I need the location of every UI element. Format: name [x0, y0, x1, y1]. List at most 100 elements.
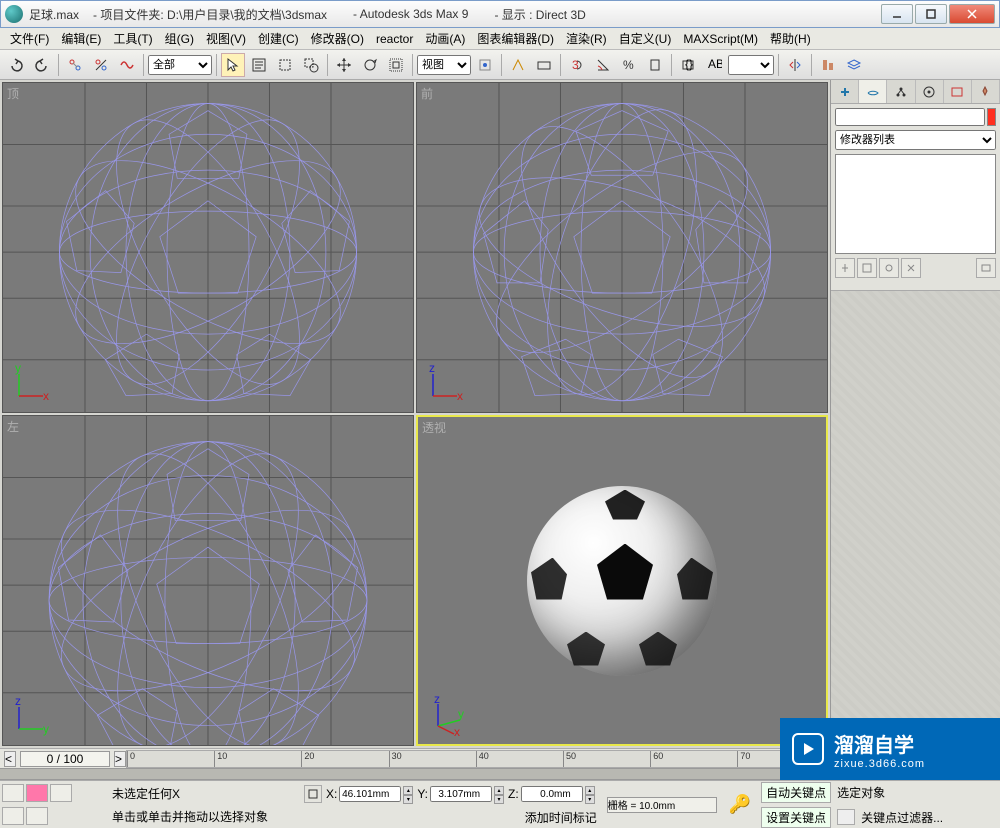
- pin-stack-button[interactable]: [835, 258, 855, 278]
- svg-text:y: y: [43, 722, 49, 736]
- z-spinner[interactable]: ▴▾: [585, 786, 595, 802]
- menu-maxscript[interactable]: MAXScript(M): [677, 30, 764, 48]
- svg-text:x: x: [43, 389, 49, 403]
- select-object-button[interactable]: [221, 53, 245, 77]
- close-button[interactable]: [949, 4, 995, 24]
- svg-text:y: y: [15, 364, 21, 375]
- x-field[interactable]: [339, 786, 401, 802]
- menu-create[interactable]: 创建(C): [252, 28, 305, 49]
- viewport-top[interactable]: 顶: [2, 82, 414, 413]
- pivot-center-button[interactable]: [473, 53, 497, 77]
- named-sel-dropdown[interactable]: ABC: [702, 53, 726, 77]
- select-region-rect-button[interactable]: [273, 53, 297, 77]
- maximize-button[interactable]: [915, 4, 947, 24]
- unlink-button[interactable]: [89, 53, 113, 77]
- viewport-left-label: 左: [7, 418, 19, 435]
- y-field[interactable]: [430, 786, 492, 802]
- bind-spacewarp-button[interactable]: [115, 53, 139, 77]
- menu-reactor[interactable]: reactor: [370, 30, 419, 48]
- key-mode-button[interactable]: [837, 809, 855, 825]
- mirror-button[interactable]: [783, 53, 807, 77]
- menu-edit[interactable]: 编辑(E): [55, 28, 107, 49]
- menu-tools[interactable]: 工具(T): [107, 28, 158, 49]
- viewport-front[interactable]: 前: [416, 82, 828, 413]
- command-panel: 修改器列表: [830, 80, 1000, 748]
- keyboard-shortcut-button[interactable]: [532, 53, 556, 77]
- make-unique-button[interactable]: [879, 258, 899, 278]
- svg-text:{}: {}: [685, 57, 693, 71]
- named-sel-list[interactable]: [728, 55, 774, 75]
- spinner-snap-button[interactable]: [643, 53, 667, 77]
- rotate-button[interactable]: [358, 53, 382, 77]
- macro-recorder-button[interactable]: [26, 784, 48, 802]
- configure-sets-button[interactable]: [976, 258, 996, 278]
- angle-snap-button[interactable]: [591, 53, 615, 77]
- move-button[interactable]: [332, 53, 356, 77]
- watermark-sub: zixue.3d66.com: [834, 758, 925, 770]
- script-listener-button[interactable]: [2, 784, 24, 802]
- y-spinner[interactable]: ▴▾: [494, 786, 504, 802]
- menu-modifiers[interactable]: 修改器(O): [305, 28, 370, 49]
- window-crossing-button[interactable]: [299, 53, 323, 77]
- axis-gizmo-icon: z y: [11, 697, 51, 737]
- tab-motion[interactable]: [916, 80, 944, 103]
- svg-text:x: x: [454, 725, 460, 736]
- menu-group[interactable]: 组(G): [159, 28, 200, 49]
- minimize-button[interactable]: [881, 4, 913, 24]
- menu-customize[interactable]: 自定义(U): [613, 28, 678, 49]
- tab-utilities[interactable]: [972, 80, 1000, 103]
- set-key-button[interactable]: 设置关键点: [761, 807, 831, 828]
- select-by-name-button[interactable]: [247, 53, 271, 77]
- comm-center-button[interactable]: [26, 807, 48, 825]
- menu-animation[interactable]: 动画(A): [419, 28, 471, 49]
- percent-snap-button[interactable]: %: [617, 53, 641, 77]
- object-name-field[interactable]: [835, 108, 985, 126]
- window-controls: [879, 4, 995, 24]
- selection-filter-dropdown[interactable]: 全部: [148, 55, 212, 75]
- z-field[interactable]: [521, 786, 583, 802]
- menu-help[interactable]: 帮助(H): [764, 28, 817, 49]
- timeline-prev-button[interactable]: <: [4, 751, 16, 767]
- svg-text:ABC: ABC: [708, 57, 722, 71]
- z-label: Z:: [508, 787, 519, 801]
- scale-button[interactable]: [384, 53, 408, 77]
- auto-key-button[interactable]: 自动关键点: [761, 782, 831, 803]
- status-misc-button[interactable]: [50, 784, 72, 802]
- menu-views[interactable]: 视图(V): [200, 28, 252, 49]
- link-button[interactable]: [63, 53, 87, 77]
- rendered-soccer-ball: [418, 417, 826, 744]
- svg-text:3: 3: [572, 58, 579, 72]
- redo-button[interactable]: [30, 53, 54, 77]
- tab-create[interactable]: [831, 80, 859, 103]
- x-spinner[interactable]: ▴▾: [403, 786, 413, 802]
- layer-manager-button[interactable]: [842, 53, 866, 77]
- tab-hierarchy[interactable]: [887, 80, 915, 103]
- manipulate-button[interactable]: [506, 53, 530, 77]
- menu-file[interactable]: 文件(F): [4, 28, 55, 49]
- tab-display[interactable]: [944, 80, 972, 103]
- object-color-swatch[interactable]: [987, 108, 996, 126]
- viewport-left[interactable]: 左: [2, 415, 414, 746]
- ref-coord-dropdown[interactable]: 视图: [417, 55, 471, 75]
- viewport-perspective[interactable]: 透视 z y x: [416, 415, 828, 746]
- key-filter-button[interactable]: 关键点过滤器...: [861, 809, 943, 826]
- align-button[interactable]: [816, 53, 840, 77]
- absolute-relative-toggle[interactable]: [304, 785, 322, 803]
- snap-toggle-button[interactable]: 3: [565, 53, 589, 77]
- axis-gizmo-icon: z y x: [426, 696, 466, 736]
- menu-rendering[interactable]: 渲染(R): [560, 28, 613, 49]
- remove-modifier-button[interactable]: [901, 258, 921, 278]
- viewport-front-label: 前: [421, 85, 433, 102]
- menu-graph-editors[interactable]: 图表编辑器(D): [471, 28, 560, 49]
- show-end-result-button[interactable]: [857, 258, 877, 278]
- title-filename: 足球.max: [29, 6, 79, 23]
- timeline-next-button[interactable]: >: [114, 751, 126, 767]
- modifier-stack[interactable]: [835, 154, 996, 254]
- add-time-tag-label[interactable]: 添加时间标记: [525, 809, 597, 826]
- modifier-list-dropdown[interactable]: 修改器列表: [835, 130, 996, 150]
- named-sel-sets-button[interactable]: {}: [676, 53, 700, 77]
- tab-modify[interactable]: [859, 80, 887, 103]
- time-slider[interactable]: 0 / 100: [20, 751, 110, 767]
- undo-button[interactable]: [4, 53, 28, 77]
- prompt-lock-button[interactable]: [2, 807, 24, 825]
